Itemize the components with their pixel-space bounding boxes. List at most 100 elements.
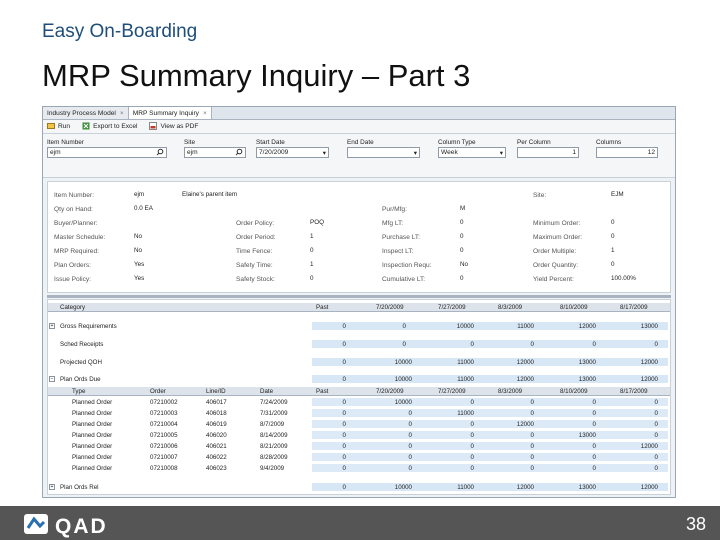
- table-cell: 0: [530, 443, 534, 450]
- table-cell: 0: [530, 410, 534, 417]
- expand-icon[interactable]: +: [49, 484, 55, 490]
- row-label: Plan Ords Due: [60, 376, 101, 383]
- table-cell: 406022: [206, 454, 227, 461]
- minimum-order-value: 0: [611, 219, 615, 226]
- summary-row-plan-ords-rel[interactable]: + Plan Ords Rel 0 10000 11000 12000 1300…: [48, 483, 670, 492]
- export-label: Export to Excel: [93, 123, 138, 130]
- column-header[interactable]: 8/10/2009: [560, 388, 588, 395]
- summary-row-gross-requirements[interactable]: + Gross Requirements 0 0 10000 11000 120…: [48, 322, 670, 331]
- tab-industry-process-model[interactable]: Industry Process Model ×: [43, 107, 129, 119]
- pdf-icon: [149, 121, 158, 132]
- table-row[interactable]: Planned Order 07210005 406020 8/14/2009 0 0 0 0…: [48, 431, 670, 440]
- column-header[interactable]: 7/27/2009: [438, 304, 466, 311]
- column-header[interactable]: 8/17/2009: [620, 304, 648, 311]
- table-cell: 12000: [640, 376, 658, 383]
- table-cell: 0: [592, 421, 596, 428]
- table-cell: 406018: [206, 410, 227, 417]
- column-header[interactable]: 8/10/2009: [560, 304, 588, 311]
- column-header[interactable]: 7/20/2009: [376, 388, 404, 395]
- table-cell: 11000: [457, 410, 474, 417]
- table-cell: 0: [592, 443, 596, 450]
- search-icon[interactable]: [156, 148, 164, 158]
- chevron-down-icon[interactable]: ▾: [500, 149, 503, 157]
- tab-mrp-summary-inquiry[interactable]: MRP Summary Inquiry ×: [128, 107, 212, 119]
- filter-bar: Item Number ejm Site ejm Start Date 7/20…: [43, 134, 675, 178]
- column-header[interactable]: Past: [316, 388, 328, 395]
- export-to-excel-button[interactable]: Export to Excel: [82, 122, 137, 132]
- table-cell: 0: [470, 432, 474, 439]
- summary-row-plan-ords-due[interactable]: − Plan Ords Due 0 10000 11000 12000 1300…: [48, 375, 670, 384]
- tab-label: MRP Summary Inquiry: [132, 109, 199, 117]
- inspection-required-label: Inspection Requ:: [382, 262, 432, 269]
- column-header[interactable]: 8/17/2009: [620, 388, 648, 395]
- splitter-handle[interactable]: [47, 295, 671, 298]
- column-type-filter: Column Type Week ▾: [438, 139, 506, 158]
- per-column-input[interactable]: 1: [517, 147, 579, 158]
- table-cell: 12000: [516, 376, 534, 383]
- table-row[interactable]: Planned Order 07210006 406021 8/21/2009 0 0 0 0…: [48, 442, 670, 451]
- table-cell: 0: [342, 341, 346, 348]
- master-schedule-label: Master Schedule:: [54, 234, 106, 241]
- table-cell: 07210005: [150, 432, 178, 439]
- table-row[interactable]: Planned Order 07210003 406018 7/31/2009 0 0 11…: [48, 409, 670, 418]
- table-cell: 0: [530, 465, 534, 472]
- table-cell: 0: [342, 484, 346, 491]
- table-cell: 0: [470, 465, 474, 472]
- columns-input[interactable]: 12: [596, 147, 658, 158]
- run-button[interactable]: Run: [47, 122, 70, 132]
- table-row[interactable]: Planned Order 07210007 406022 8/28/2009 0 0 0 0…: [48, 453, 670, 462]
- chevron-down-icon[interactable]: ▾: [414, 149, 417, 157]
- close-icon[interactable]: ×: [120, 110, 124, 117]
- table-row[interactable]: Planned Order 07210002 406017 7/24/2009 0 100…: [48, 398, 670, 407]
- expand-icon[interactable]: +: [49, 323, 55, 329]
- start-date-select[interactable]: 7/20/2009 ▾: [256, 147, 329, 158]
- item-number-input[interactable]: ejm: [47, 147, 167, 158]
- column-header-type[interactable]: Type: [72, 388, 85, 395]
- column-header[interactable]: 7/27/2009: [438, 388, 466, 395]
- column-header[interactable]: 8/3/2009: [498, 304, 522, 311]
- row-highlight: [312, 420, 668, 428]
- table-row[interactable]: Planned Order 07210004 406019 8/7/2009 0 0 0 12…: [48, 420, 670, 429]
- logo-text: QAD: [55, 514, 108, 538]
- mrp-required-label: MRP Required:: [54, 248, 99, 255]
- search-icon[interactable]: [235, 148, 243, 158]
- column-header[interactable]: Past: [316, 304, 328, 311]
- site-input[interactable]: ejm: [184, 147, 246, 158]
- order-policy-value: POQ: [310, 219, 324, 226]
- summary-row-projected-qoh[interactable]: Projected QOH 0 10000 11000 12000 13000 …: [48, 358, 670, 367]
- row-highlight: [312, 358, 668, 366]
- collapse-icon[interactable]: −: [49, 376, 55, 382]
- table-cell: 8/28/2009: [260, 454, 288, 461]
- end-date-select[interactable]: ▾: [347, 147, 420, 158]
- column-header-category[interactable]: Category: [60, 304, 85, 311]
- column-type-select[interactable]: Week ▾: [438, 147, 506, 158]
- table-cell: 0: [530, 399, 534, 406]
- page-number: 38: [685, 514, 706, 534]
- inspection-required-value: No: [460, 261, 469, 268]
- view-as-pdf-button[interactable]: View as PDF: [149, 121, 198, 132]
- table-cell: 406020: [206, 432, 227, 439]
- table-cell: 13000: [578, 359, 596, 366]
- master-schedule-value: No: [134, 233, 143, 240]
- row-highlight: [312, 453, 668, 461]
- close-icon[interactable]: ×: [203, 110, 207, 117]
- app-window: Industry Process Model × MRP Summary Inq…: [42, 106, 676, 498]
- table-cell: 12000: [516, 359, 534, 366]
- column-header[interactable]: 8/3/2009: [498, 388, 522, 395]
- table-row[interactable]: Planned Order 07210008 406023 9/4/2009 0 0 0 0 0…: [48, 464, 670, 473]
- column-header-line-id[interactable]: Line/ID: [206, 388, 226, 395]
- column-header-order[interactable]: Order: [150, 388, 166, 395]
- summary-header-row: Category Past 7/20/2009 7/27/2009 8/3/20…: [48, 303, 670, 312]
- table-cell: 11000: [517, 323, 534, 330]
- column-header-date[interactable]: Date: [260, 388, 273, 395]
- table-cell: 12000: [640, 359, 658, 366]
- table-cell: 07210003: [150, 410, 178, 417]
- inspect-lt-label: Inspect LT:: [382, 248, 414, 255]
- qty-on-hand-value: 0.0 EA: [134, 205, 153, 212]
- chevron-down-icon[interactable]: ▾: [323, 149, 326, 157]
- table-cell: 0: [342, 410, 346, 417]
- tab-label: Industry Process Model: [47, 109, 116, 117]
- summary-row-sched-receipts[interactable]: Sched Receipts 0 0 0 0 0 0: [48, 340, 670, 349]
- tab-strip: Industry Process Model × MRP Summary Inq…: [43, 107, 675, 120]
- column-header[interactable]: 7/20/2009: [376, 304, 404, 311]
